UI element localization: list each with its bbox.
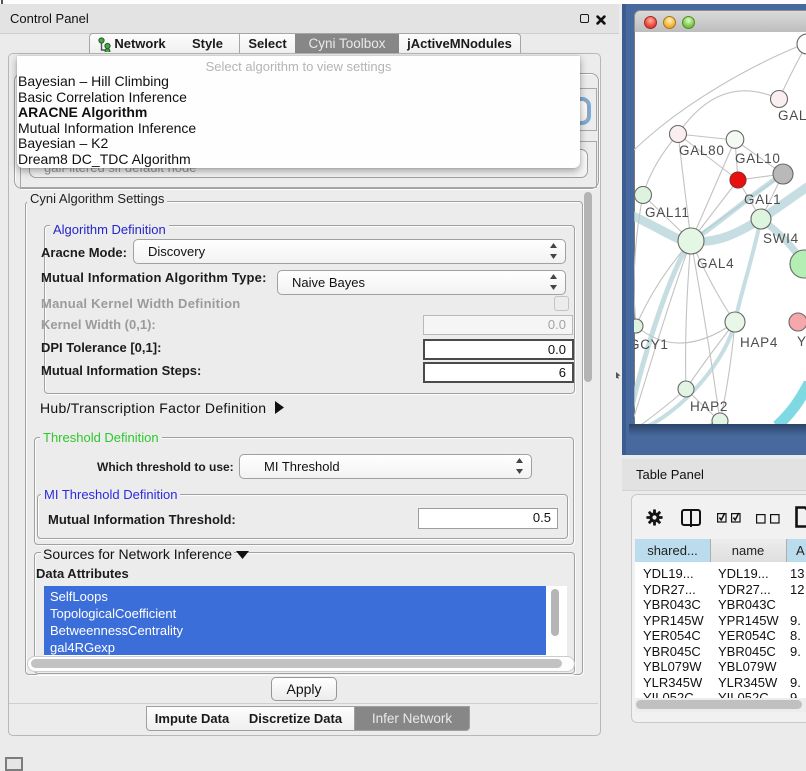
- svg-text:GAL11: GAL11: [645, 205, 690, 220]
- svg-text:GAL7: GAL7: [778, 108, 806, 123]
- svg-text:GAL10: GAL10: [735, 151, 781, 166]
- svg-text:HAP4: HAP4: [740, 335, 778, 350]
- svg-text:GAL80: GAL80: [679, 143, 725, 158]
- svg-text:Y: Y: [797, 334, 806, 349]
- svg-text:GAL4: GAL4: [697, 256, 734, 271]
- svg-text:GCY1: GCY1: [634, 337, 669, 352]
- svg-text:GAL1: GAL1: [744, 192, 781, 207]
- svg-text:HAP2: HAP2: [690, 399, 728, 414]
- svg-text:SWI4: SWI4: [763, 231, 799, 246]
